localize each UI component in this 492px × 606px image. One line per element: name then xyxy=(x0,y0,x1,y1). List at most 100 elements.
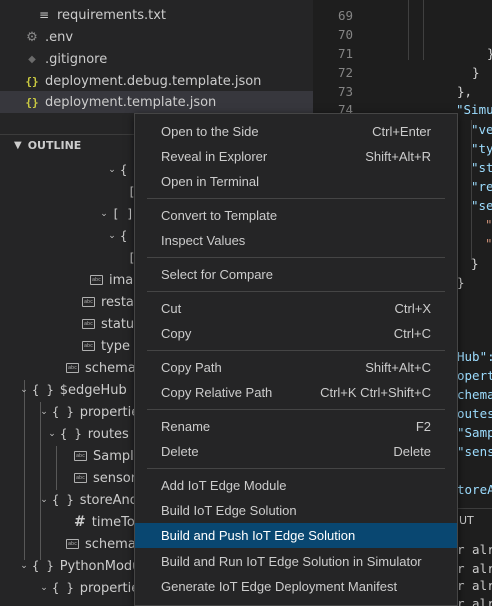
menu-item-shortcut: Ctrl+X xyxy=(394,301,431,316)
menu-item-convert-to-template[interactable]: Convert to Template xyxy=(135,203,457,228)
terminal-line: r alr xyxy=(457,596,492,606)
code-line: } xyxy=(472,65,480,80)
menu-item-label: Reveal in Explorer xyxy=(161,149,268,164)
file-label: .env xyxy=(45,29,74,45)
menu-item-build-and-push-iot-edge-solution[interactable]: Build and Push IoT Edge Solution xyxy=(135,523,457,548)
menu-item-label: Copy xyxy=(161,326,192,341)
chevron-down-icon: ⌄ xyxy=(20,561,28,571)
code-line: "re xyxy=(471,179,492,194)
menu-item-shortcut: Ctrl+K Ctrl+Shift+C xyxy=(320,385,431,400)
code-line: "st xyxy=(471,160,492,175)
object-icon: { } xyxy=(60,427,82,441)
menu-item-label: Add IoT Edge Module xyxy=(161,478,287,493)
menu-item-label: Delete xyxy=(161,444,199,459)
code-line: "ty xyxy=(471,141,492,156)
code-line: operti xyxy=(457,368,492,383)
menu-item-label: Build and Push IoT Edge Solution xyxy=(161,528,356,543)
menu-item-label: Copy Relative Path xyxy=(161,385,273,400)
file-lines-icon: ≡ xyxy=(38,8,50,22)
menu-separator xyxy=(147,257,445,258)
menu-separator xyxy=(147,350,445,351)
outline-title: OUTLINE xyxy=(27,139,82,152)
object-icon: { } xyxy=(32,559,54,573)
file-requirements-txt[interactable]: ≡ requirements.txt xyxy=(0,4,313,26)
code-line: "sens xyxy=(457,444,492,459)
line-number: 73 xyxy=(337,84,353,99)
gear-icon: ⚙ xyxy=(26,29,38,45)
menu-separator xyxy=(147,468,445,469)
indent-guide xyxy=(423,0,424,60)
file-env[interactable]: ⚙ .env xyxy=(0,26,313,48)
menu-item-generate-deployment-manifest[interactable]: Generate IoT Edge Deployment Manifest xyxy=(135,574,457,599)
json-icon: {} xyxy=(25,74,39,88)
line-number: 69 xyxy=(337,8,353,23)
menu-item-label: Open in Terminal xyxy=(161,174,260,189)
object-icon: { } xyxy=(52,493,74,507)
object-icon: { } xyxy=(52,581,74,595)
menu-item-shortcut: Ctrl+C xyxy=(393,326,431,341)
string-icon: abc xyxy=(82,319,95,329)
menu-item-label: Build and Run IoT Edge Solution in Simul… xyxy=(161,554,422,569)
outline-item-label: type xyxy=(101,338,131,354)
line-number: 71 xyxy=(337,46,353,61)
file-gitignore[interactable]: ◆ .gitignore xyxy=(0,48,313,70)
menu-separator xyxy=(147,198,445,199)
menu-item-reveal-in-explorer[interactable]: Reveal in Explorer Shift+Alt+R xyxy=(135,144,457,169)
menu-item-open-in-terminal[interactable]: Open in Terminal xyxy=(135,169,457,194)
object-icon: { } xyxy=(52,405,74,419)
file-deployment-template[interactable]: {} deployment.template.json xyxy=(0,91,313,113)
menu-item-copy-relative-path[interactable]: Copy Relative Path Ctrl+K Ctrl+Shift+C xyxy=(135,380,457,405)
menu-item-label: Build IoT Edge Solution xyxy=(161,503,297,518)
string-icon: abc xyxy=(74,473,87,483)
menu-item-copy-path[interactable]: Copy Path Shift+Alt+C xyxy=(135,355,457,380)
chevron-down-icon: ⌄ xyxy=(40,583,48,593)
chevron-down-icon: ⌄ xyxy=(20,385,28,395)
menu-item-shortcut: Shift+Alt+R xyxy=(365,149,431,164)
menu-item-label: Generate IoT Edge Deployment Manifest xyxy=(161,579,398,594)
menu-item-add-iot-edge-module[interactable]: Add IoT Edge Module xyxy=(135,473,457,498)
code-line: chema xyxy=(457,387,492,402)
menu-item-build-iot-edge-solution[interactable]: Build IoT Edge Solution xyxy=(135,498,457,523)
number-icon: # xyxy=(74,514,86,530)
diamond-icon: ◆ xyxy=(28,53,36,65)
menu-item-label: Convert to Template xyxy=(161,208,278,223)
panel-tab-output[interactable]: UT xyxy=(459,514,474,527)
context-menu: Open to the Side Ctrl+Enter Reveal in Ex… xyxy=(134,113,458,606)
code-line: "se xyxy=(471,198,492,213)
file-label: deployment.debug.template.json xyxy=(45,73,262,89)
menu-item-rename[interactable]: Rename F2 xyxy=(135,414,457,439)
menu-item-build-and-run-in-simulator[interactable]: Build and Run IoT Edge Solution in Simul… xyxy=(135,549,457,574)
chevron-down-icon: ⌄ xyxy=(108,165,116,175)
menu-item-delete[interactable]: Delete Delete xyxy=(135,439,457,464)
chevron-down-icon: ⌄ xyxy=(40,495,48,505)
menu-item-copy[interactable]: Copy Ctrl+C xyxy=(135,321,457,346)
code-line: "Samp xyxy=(457,425,492,440)
menu-item-inspect-values[interactable]: Inspect Values xyxy=(135,228,457,253)
string-icon: abc xyxy=(66,539,79,549)
code-line: " xyxy=(485,236,492,251)
file-label: .gitignore xyxy=(45,51,108,67)
menu-item-label: Rename xyxy=(161,419,211,434)
menu-item-select-for-compare[interactable]: Select for Compare xyxy=(135,262,457,287)
code-line: " xyxy=(485,217,492,232)
code-line: Hub": xyxy=(457,349,492,364)
array-icon: [ ] xyxy=(112,207,134,221)
string-icon: abc xyxy=(82,297,95,307)
code-line: } xyxy=(471,256,479,271)
menu-separator xyxy=(147,409,445,410)
outline-item-label: $edgeHub xyxy=(59,382,127,398)
code-line: }, xyxy=(457,84,473,99)
code-line: "ve xyxy=(471,122,492,137)
terminal-line: r alr xyxy=(457,561,492,576)
file-deployment-debug-template[interactable]: {} deployment.debug.template.json xyxy=(0,70,313,92)
line-number: 70 xyxy=(337,27,353,42)
menu-item-label: Open to the Side xyxy=(161,124,259,139)
string-icon: abc xyxy=(90,275,103,285)
string-icon: abc xyxy=(82,341,95,351)
code-line: } xyxy=(487,46,492,61)
menu-item-cut[interactable]: Cut Ctrl+X xyxy=(135,296,457,321)
menu-item-open-to-side[interactable]: Open to the Side Ctrl+Enter xyxy=(135,119,457,144)
menu-item-shortcut: F2 xyxy=(415,419,431,434)
code-line: "Simul xyxy=(456,102,492,117)
chevron-down-icon: ⌄ xyxy=(40,407,48,417)
